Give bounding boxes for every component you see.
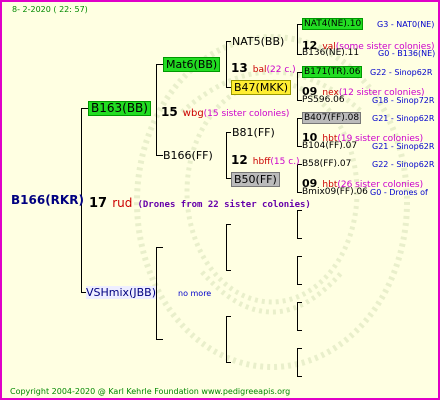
queen-mat6-code: bal — [252, 65, 267, 75]
connector-line — [156, 339, 163, 340]
connector-line — [297, 302, 302, 303]
queen-bmix09-origin: G0 - Drones of — [370, 188, 428, 197]
queen-mat6-number: 13 — [231, 61, 248, 75]
connector-line — [297, 256, 298, 284]
no-more-note: no more — [178, 289, 212, 298]
queen-b81[interactable]: B81(FF) — [232, 126, 275, 139]
queen-b171-origin: G22 - Sinop62R — [370, 68, 433, 77]
connector-line — [226, 270, 231, 271]
queen-b163-number: 15 — [161, 105, 178, 119]
queen-b166ff-description: (15 c.) — [270, 157, 300, 167]
queen-b163[interactable]: B163(BB) — [88, 101, 151, 116]
queen-bmix09[interactable]: Bmix09(FF).06 — [302, 187, 368, 197]
connector-line — [297, 330, 302, 331]
queen-mat6[interactable]: Mat6(BB) — [163, 57, 221, 72]
connector-line — [297, 210, 298, 238]
queen-nat5[interactable]: NAT5(BB) — [232, 35, 284, 48]
queen-b166ff-code: hbff — [252, 157, 271, 167]
queen-b407-origin: G21 - Sinop62R — [372, 114, 435, 123]
connector-line — [156, 155, 163, 156]
queen-b163-description: (15 sister colonies) — [203, 109, 290, 119]
connector-line — [156, 247, 157, 339]
queen-mat6-info: 13 bal(22 c.) — [231, 57, 296, 76]
connector-line — [226, 41, 227, 87]
pedigree-frame: 8- 2-2020 ( 22: 57) B166(RKR) 17 rud (Dr… — [0, 0, 440, 400]
queen-ps596-origin: G18 - Sinop72R — [372, 96, 435, 105]
connector-line — [226, 224, 231, 225]
queen-b58[interactable]: B58(FF).07 — [302, 159, 351, 169]
connector-line — [156, 64, 163, 65]
connector-line — [226, 362, 231, 363]
connector-line — [297, 238, 302, 239]
connector-line — [226, 316, 227, 362]
queen-b136[interactable]: B136(NE).11 — [302, 48, 359, 58]
date-stamp: 8- 2-2020 ( 22: 57) — [12, 5, 88, 14]
connector-line — [226, 132, 231, 133]
root-description: (Drones from 22 sister colonies) — [137, 200, 311, 210]
connector-line — [226, 316, 231, 317]
connector-line — [297, 118, 298, 146]
queen-b50[interactable]: B50(FF) — [231, 172, 280, 187]
queen-nat4-origin: G3 - NAT0(NE) — [377, 20, 435, 29]
queen-b166ff-info: 12 hbff(15 c.) — [231, 149, 300, 168]
queen-b104[interactable]: B104(FF).07 — [302, 141, 357, 151]
root-code: rud — [112, 196, 133, 210]
queen-b163-code: wbg — [182, 108, 204, 119]
queen-b163-info: 15 wbg(15 sister colonies) — [161, 101, 289, 120]
connector-line — [297, 24, 298, 54]
queen-b166ff-number: 12 — [231, 153, 248, 167]
connector-line — [297, 72, 298, 100]
connector-line — [297, 302, 298, 330]
queen-b136-origin: G0 - B136(NE) — [378, 49, 436, 58]
queen-b166ff[interactable]: B166(FF) — [163, 149, 213, 162]
queen-mat6-description: (22 c.) — [266, 65, 296, 75]
connector-line — [226, 224, 227, 270]
connector-line — [297, 348, 298, 376]
queen-ps596[interactable]: PS596.06 — [302, 95, 345, 105]
connector-line — [226, 41, 231, 42]
copyright-footer: Copyright 2004-2020 @ Karl Kehrle Founda… — [10, 387, 291, 396]
connector-line — [297, 284, 302, 285]
root-number: 17 — [89, 196, 108, 211]
queen-b47[interactable]: B47(MKK) — [231, 80, 292, 95]
connector-line — [297, 256, 302, 257]
connector-line — [226, 132, 227, 178]
root-info: 17 rud (Drones from 22 sister colonies) — [89, 192, 311, 211]
queen-b171[interactable]: B171(TR).06 — [302, 66, 363, 78]
connector-line — [156, 247, 163, 248]
queen-vshmix[interactable]: VSHmix(JBB) — [86, 286, 156, 299]
root-queen-name[interactable]: B166(RKR) — [11, 193, 84, 207]
connector-line — [297, 164, 298, 192]
queen-b407[interactable]: B407(FF).08 — [302, 112, 362, 124]
queen-nat4[interactable]: NAT4(NE).10 — [302, 18, 364, 30]
queen-b58-origin: G22 - Sinop62R — [372, 160, 435, 169]
queen-b104-origin: G21 - Sinop62R — [372, 142, 435, 151]
connector-line — [297, 348, 302, 349]
connector-line — [297, 376, 302, 377]
connector-line — [156, 64, 157, 155]
